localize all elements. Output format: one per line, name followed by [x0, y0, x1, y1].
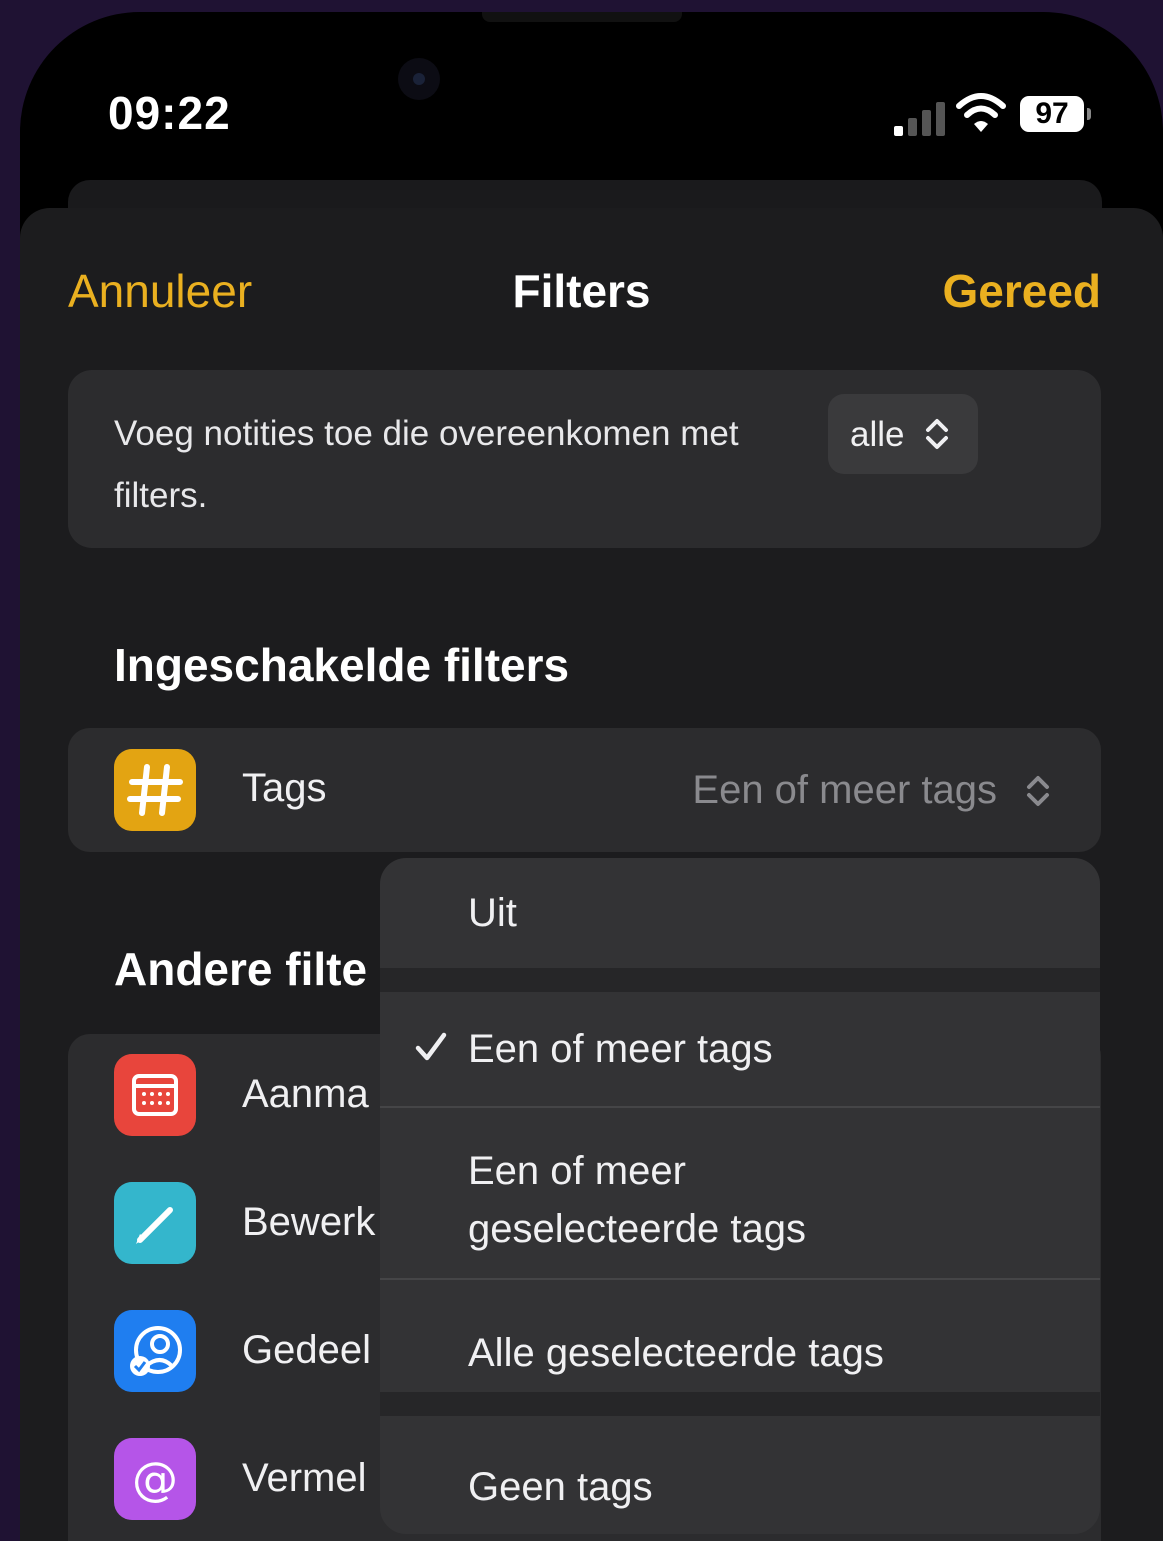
menu-item-all-selected-tags[interactable]: Alle geselecteerde tags [380, 1280, 1100, 1392]
menu-item-off[interactable]: Uit [380, 858, 1100, 968]
checkmark-icon [415, 1032, 447, 1061]
match-mode-selector[interactable]: alle [828, 394, 978, 474]
match-text-before: Voeg notities toe die overeenkomen met [114, 414, 739, 453]
menu-item-one-or-more-tags[interactable]: Een of meer tags [380, 992, 1100, 1106]
menu-item-label-line1: Een of meer [468, 1149, 686, 1193]
other-filters-heading: Andere filte [114, 943, 368, 995]
shared-user-icon [114, 1310, 196, 1392]
filter-row-value: Een of meer tags [692, 768, 997, 812]
filter-row-label: Aanma [242, 1072, 369, 1116]
match-mode-value: alle [850, 415, 905, 454]
front-camera [398, 58, 440, 100]
menu-item-label: Een of meer tags [468, 1027, 773, 1071]
chevron-up-down-icon [926, 419, 948, 449]
menu-divider [380, 968, 1100, 992]
filter-row-label: Bewerk [242, 1200, 376, 1244]
menu-item-label-line2: geselecteerde tags [468, 1207, 807, 1251]
chevron-up-down-icon [1027, 776, 1049, 806]
enabled-filters-heading: Ingeschakelde filters [114, 639, 570, 691]
phone-screen: 09:22 97 Annuleer Filters Gereed Voeg no… [20, 12, 1163, 1541]
menu-item-no-tags[interactable]: Geen tags [380, 1416, 1100, 1534]
menu-item-label: Geen tags [468, 1465, 653, 1509]
cell-signal-icon [894, 102, 945, 136]
at-sign-icon: @ [114, 1438, 196, 1520]
pencil-icon [114, 1182, 196, 1264]
tags-mode-menu: Uit Een of meer tags Een of meer geselec… [380, 858, 1100, 1534]
filter-row-tags[interactable]: Tags Een of meer tags [68, 728, 1101, 852]
hashtag-icon [114, 749, 196, 831]
menu-item-one-or-more-selected-tags[interactable]: Een of meer geselecteerde tags [380, 1108, 1100, 1278]
svg-text:@: @ [132, 1452, 178, 1506]
filter-row-label: Gedeel [242, 1328, 371, 1372]
done-button[interactable]: Gereed [942, 264, 1101, 318]
filter-row-label: Vermel [242, 1456, 367, 1500]
status-time: 09:22 [108, 87, 231, 139]
wifi-icon [956, 93, 1006, 132]
menu-item-label: Alle geselecteerde tags [468, 1331, 884, 1375]
battery-indicator: 97 [1020, 96, 1091, 132]
match-text-after: filters. [114, 476, 208, 515]
match-mode-card: Voeg notities toe die overeenkomen met a… [68, 370, 1101, 548]
calendar-icon [114, 1054, 196, 1136]
menu-item-label: Uit [468, 891, 517, 935]
top-notch [482, 12, 682, 22]
filter-row-label: Tags [242, 766, 327, 810]
menu-divider [380, 1392, 1100, 1416]
